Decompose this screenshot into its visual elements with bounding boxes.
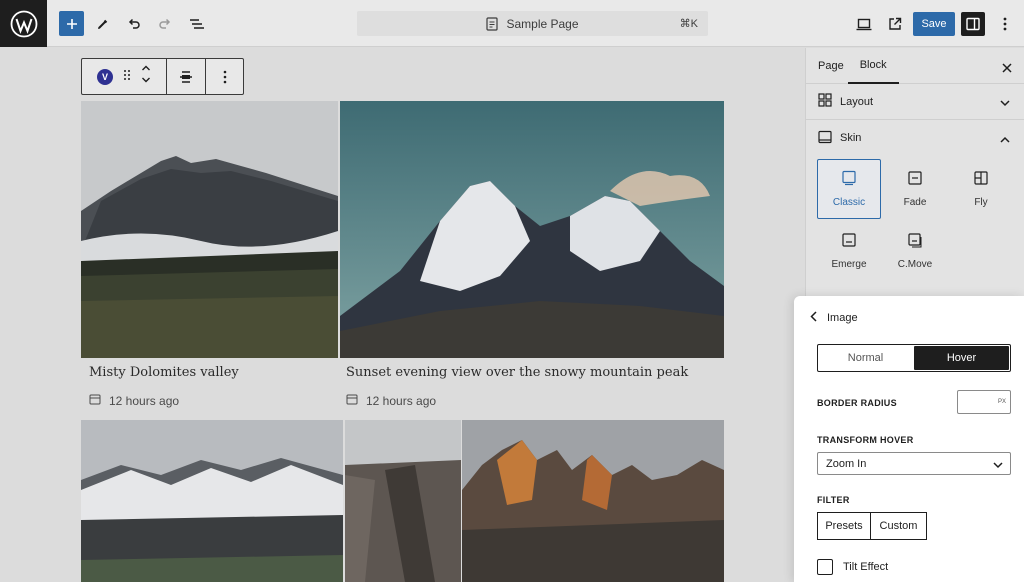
post-time: 12 hours ago	[366, 393, 437, 408]
calendar-icon	[346, 393, 358, 408]
block-options-icon[interactable]	[206, 59, 243, 94]
skin-label: Classic	[832, 197, 866, 208]
panel-skin[interactable]: Skin	[806, 120, 1024, 156]
gallery-caption[interactable]: Sunset evening view over the snowy mount…	[346, 365, 688, 380]
wordpress-logo-icon[interactable]	[0, 0, 47, 47]
document-overview-icon[interactable]	[184, 11, 210, 37]
editor-topbar: Sample Page ⌘K Save	[0, 0, 1024, 47]
classic-skin-icon	[841, 170, 857, 189]
tilt-effect-label: Tilt Effect	[843, 561, 889, 573]
panel-layout-label: Layout	[840, 95, 874, 108]
save-button[interactable]: Save	[913, 12, 955, 36]
gallery-meta: 12 hours ago	[89, 393, 179, 408]
emerge-skin-icon	[841, 232, 857, 251]
block-toolbar: V	[81, 58, 244, 95]
page-icon	[486, 16, 499, 31]
state-hover-button[interactable]: Hover	[914, 346, 1009, 370]
add-block-button[interactable]	[59, 11, 84, 36]
panel-layout[interactable]: Layout	[806, 84, 1024, 120]
transform-hover-label: TRANSFORM HOVER	[817, 435, 914, 445]
fly-skin-icon	[973, 170, 989, 189]
state-normal-button[interactable]: Normal	[818, 345, 913, 371]
filter-presets-button[interactable]: Presets	[817, 512, 871, 540]
gallery-image-torres-peaks[interactable]	[462, 420, 724, 582]
chevron-down-icon	[1000, 98, 1010, 110]
panel-skin-label: Skin	[840, 132, 862, 144]
tilt-effect-option[interactable]: Tilt Effect	[817, 559, 888, 575]
skin-label: Emerge	[831, 259, 867, 270]
skin-label: Fade	[903, 197, 927, 208]
command-shortcut: ⌘K	[679, 18, 698, 30]
filter-custom-button[interactable]: Custom	[871, 512, 927, 540]
block-mover-group: V	[82, 59, 167, 94]
gallery-image-canyon[interactable]	[345, 420, 461, 582]
unit-label: PX	[997, 399, 1006, 405]
gallery-caption[interactable]: Misty Dolomites valley	[89, 365, 239, 380]
layout-icon	[818, 93, 832, 110]
image-style-panel: Image Normal Hover BORDER RADIUS PX TRAN…	[794, 296, 1024, 582]
tab-page[interactable]: Page	[806, 48, 844, 84]
state-toggle: Normal Hover	[817, 344, 1011, 372]
gallery-image-snowy-range[interactable]	[81, 420, 343, 582]
skin-option-emerge[interactable]: Emerge	[817, 221, 881, 281]
skin-option-classic[interactable]: Classic	[817, 159, 881, 219]
drag-handle-icon[interactable]	[123, 68, 131, 86]
undo-icon[interactable]	[121, 11, 147, 37]
block-type-icon[interactable]: V	[97, 68, 113, 85]
gallery-image-sunset-peak[interactable]	[340, 101, 724, 358]
calendar-icon	[89, 393, 101, 408]
filter-options: Presets Custom	[817, 512, 927, 540]
fade-skin-icon	[907, 170, 923, 189]
skin-label: C.Move	[897, 259, 933, 270]
border-radius-input[interactable]: PX	[957, 390, 1011, 414]
chevron-up-icon	[1000, 134, 1010, 146]
tilt-effect-checkbox[interactable]	[817, 559, 833, 575]
image-panel-title: Image	[827, 312, 858, 324]
gallery-image-misty-valley[interactable]	[81, 101, 338, 358]
settings-sidebar-toggle[interactable]	[961, 12, 985, 36]
chevron-left-icon[interactable]	[810, 311, 817, 325]
redo-icon[interactable]	[152, 11, 178, 37]
transform-hover-value: Zoom In	[826, 457, 867, 470]
editor-canvas: V Misty Dolomites valley 12 hours ago Su…	[0, 48, 805, 582]
filter-label: FILTER	[817, 495, 850, 505]
skin-option-fly[interactable]: Fly	[949, 159, 1013, 219]
skin-label: Fly	[974, 197, 988, 208]
gallery-meta: 12 hours ago	[346, 393, 436, 408]
close-icon[interactable]	[1002, 60, 1012, 78]
cmove-skin-icon	[907, 232, 923, 251]
chevron-down-icon	[993, 460, 1003, 472]
view-device-icon[interactable]	[851, 11, 877, 37]
edit-tools-button[interactable]	[90, 11, 116, 37]
command-palette-bar[interactable]: Sample Page ⌘K	[357, 11, 708, 36]
document-title: Sample Page	[506, 16, 579, 31]
skin-options: Classic Fade Fly Emerge C.Move	[806, 156, 1024, 286]
skin-icon	[818, 130, 832, 147]
transform-hover-select[interactable]: Zoom In	[817, 452, 1011, 475]
image-panel-header[interactable]: Image	[810, 311, 858, 325]
move-up-down-icon[interactable]	[141, 64, 151, 89]
skin-option-fade[interactable]: Fade	[883, 159, 947, 219]
sidebar-tabs: Page Block	[806, 48, 1024, 84]
tab-block[interactable]: Block	[847, 48, 899, 84]
border-radius-label: BORDER RADIUS	[817, 398, 897, 408]
external-link-icon[interactable]	[882, 11, 908, 37]
post-time: 12 hours ago	[109, 393, 180, 408]
more-options-icon[interactable]	[992, 11, 1018, 37]
skin-option-cmove[interactable]: C.Move	[883, 221, 947, 281]
align-center-icon[interactable]	[167, 59, 206, 94]
